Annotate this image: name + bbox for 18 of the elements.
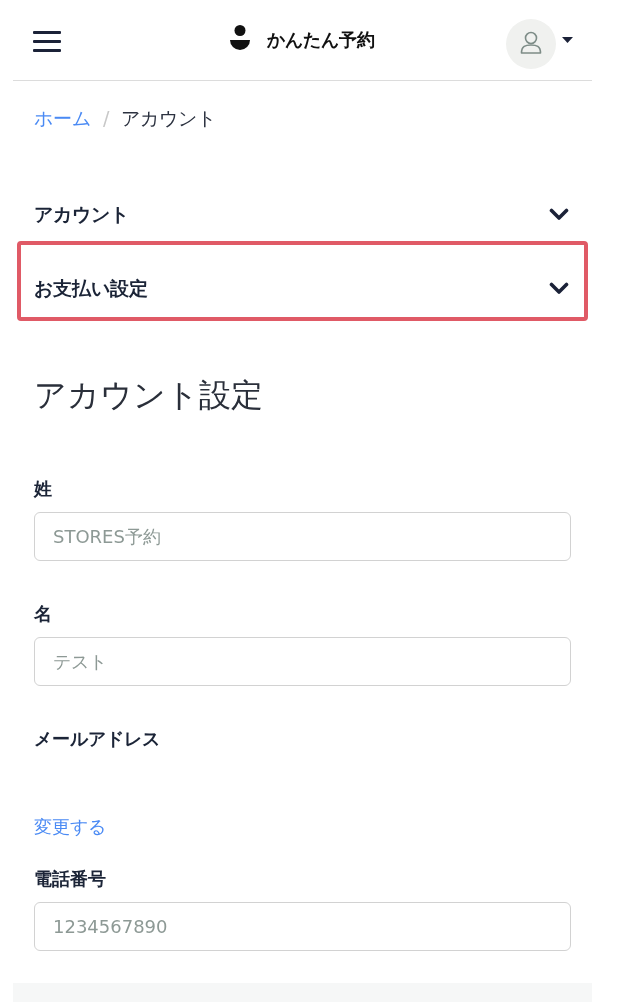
text-field[interactable]: テスト	[34, 637, 571, 686]
chevron-icon	[549, 207, 569, 221]
text-field[interactable]: 1234567890	[34, 902, 571, 951]
accordion-header[interactable]: アカウント	[34, 177, 571, 251]
field-label: メールアドレス	[34, 727, 161, 751]
brand-name: かんたん予約	[267, 28, 375, 52]
caret-icon[interactable]	[562, 37, 573, 43]
user-avatar-icon[interactable]	[506, 19, 556, 69]
text-field[interactable]: STORES予約	[34, 512, 571, 561]
accordion-header[interactable]: お支払い設定	[34, 251, 571, 325]
breadcrumb-separator: /	[103, 106, 110, 130]
field-label: 電話番号	[34, 867, 107, 891]
menu-icon[interactable]	[33, 30, 61, 52]
field-label: 姓	[34, 477, 53, 501]
page-heading: アカウント設定	[34, 375, 264, 415]
field-label: 名	[34, 602, 53, 626]
chevron-icon	[549, 281, 569, 295]
breadcrumb-current: アカウント	[121, 106, 217, 130]
